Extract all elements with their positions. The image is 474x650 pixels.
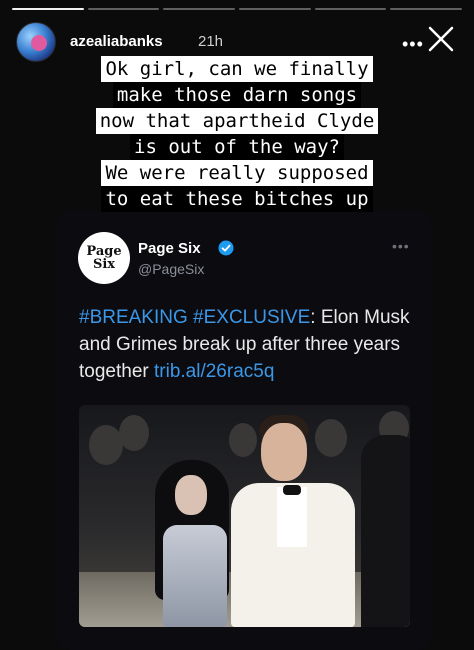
story-caption: Ok girl, can we finally make those darn …: [0, 56, 474, 212]
caption-line: make those darn songs: [112, 82, 362, 108]
progress-segment: [12, 8, 84, 10]
caption-line: now that apartheid Clyde: [95, 108, 379, 134]
tweet-author-name[interactable]: Page Six: [138, 240, 201, 257]
hashtag-breaking[interactable]: #BREAKING: [79, 307, 188, 328]
progress-segment: [239, 8, 311, 10]
story-progress-bar: [12, 8, 463, 10]
progress-segment: [87, 8, 160, 10]
caption-line: to eat these bitches up: [101, 186, 373, 212]
verified-badge-icon: [218, 240, 234, 256]
tweet-photo[interactable]: [79, 405, 410, 627]
tweet-author-handle[interactable]: @PageSix: [138, 261, 204, 277]
more-options-icon[interactable]: •••: [402, 34, 424, 55]
tweet-text: #BREAKING #EXCLUSIVE: Elon Musk and Grim…: [79, 304, 419, 385]
hashtag-exclusive[interactable]: #EXCLUSIVE: [193, 307, 310, 328]
page-six-logo[interactable]: Page Six: [78, 232, 130, 284]
story-username[interactable]: azealiabanks: [70, 33, 163, 50]
tweet-link[interactable]: trib.al/26rac5q: [154, 361, 274, 382]
logo-text-line2: Six: [92, 257, 116, 272]
close-icon[interactable]: [426, 24, 456, 54]
progress-segment: [163, 8, 236, 10]
progress-segment: [314, 8, 387, 10]
tweet-more-icon[interactable]: •••: [392, 238, 410, 254]
caption-line: We were really supposed: [101, 160, 373, 186]
story-timestamp: 21h: [198, 33, 224, 50]
progress-segment: [390, 8, 463, 10]
caption-line: is out of the way?: [130, 134, 344, 160]
caption-line: Ok girl, can we finally: [101, 56, 373, 82]
